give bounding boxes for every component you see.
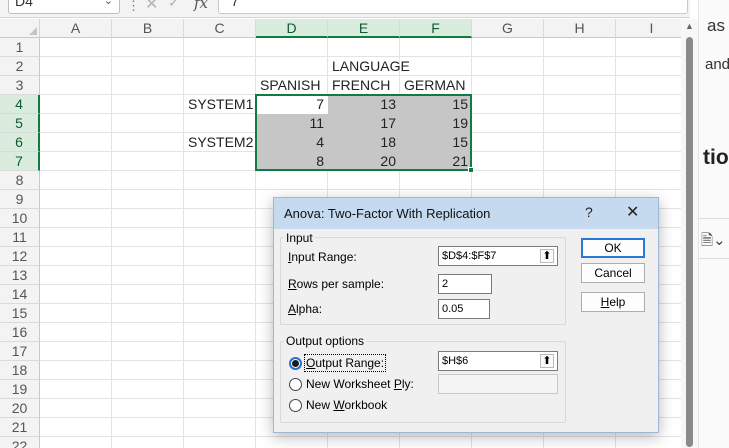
gridline <box>40 436 681 437</box>
row-header-20[interactable]: 20 <box>0 399 40 418</box>
input-range-value: $D$4:$F$7 <box>442 250 497 262</box>
output-range-value: $H$6 <box>442 355 469 367</box>
side-panel-heading: tio <box>703 146 729 169</box>
anova-dialog: Anova: Two-Factor With Replication ? ✕ I… <box>273 197 659 433</box>
row-header-16[interactable]: 16 <box>0 323 40 342</box>
row-header-8[interactable]: 8 <box>0 171 40 190</box>
row-header-1[interactable]: 1 <box>0 38 40 57</box>
rows-per-sample-label: Rows per sample: <box>288 277 385 291</box>
new-worksheet-radio[interactable] <box>289 378 302 391</box>
new-workbook-radio[interactable] <box>289 399 302 412</box>
column-header-h[interactable]: H <box>544 19 616 38</box>
row-header-13[interactable]: 13 <box>0 266 40 285</box>
alpha-label: Alpha: <box>288 302 323 316</box>
row-header-15[interactable]: 15 <box>0 304 40 323</box>
dialog-title: Anova: Two-Factor With Replication <box>284 206 491 221</box>
row-header-12[interactable]: 12 <box>0 247 40 266</box>
side-panel-divider <box>699 218 729 219</box>
input-range-field[interactable]: $D$4:$F$7 ⬆ <box>438 246 558 266</box>
chevron-down-icon[interactable]: ⌄ <box>104 0 113 7</box>
row-header-22[interactable]: 22 <box>0 437 40 448</box>
fill-handle[interactable] <box>468 167 474 173</box>
output-range-field[interactable]: $H$6 ⬆ <box>438 351 558 371</box>
input-group-title: Input <box>284 231 315 245</box>
new-workbook-label[interactable]: New Workbook <box>306 398 387 412</box>
formula-bar: D4 ⌄ ⋮ ✕ ✓ fx 7 <box>0 0 690 18</box>
column-header-e[interactable]: E <box>328 19 400 38</box>
row-header-3[interactable]: 3 <box>0 76 40 95</box>
name-box-value: D4 <box>15 0 33 9</box>
new-worksheet-label[interactable]: New Worksheet Ply: <box>306 377 414 391</box>
gridline <box>40 189 681 190</box>
output-range-label[interactable]: Output Range: <box>303 354 387 372</box>
cancel-button[interactable]: Cancel <box>581 263 645 283</box>
document-chevron-icon[interactable]: 🗎⌄ <box>701 230 726 255</box>
close-icon[interactable]: ✕ <box>626 202 639 222</box>
input-range-label: Input Range: <box>288 250 357 264</box>
side-panel-divider <box>699 258 729 259</box>
row-header-10[interactable]: 10 <box>0 209 40 228</box>
column-header-c[interactable]: C <box>184 19 256 38</box>
row-header-9[interactable]: 9 <box>0 190 40 209</box>
row-header-14[interactable]: 14 <box>0 285 40 304</box>
enter-entry-icon[interactable]: ✓ <box>168 0 180 11</box>
formula-input[interactable]: 7 <box>218 0 688 14</box>
column-header-a[interactable]: A <box>40 19 112 38</box>
cell-d3[interactable]: SPANISH <box>256 76 328 95</box>
row-header-4[interactable]: 4 <box>0 95 40 114</box>
cell-c4[interactable]: SYSTEM1 <box>184 95 256 114</box>
column-header-d[interactable]: D <box>256 19 328 38</box>
dialog-title-bar[interactable]: Anova: Two-Factor With Replication ? ✕ <box>274 198 658 229</box>
row-header-5[interactable]: 5 <box>0 114 40 133</box>
row-header-2[interactable]: 2 <box>0 57 40 76</box>
output-range-radio[interactable] <box>289 357 302 370</box>
row-header-11[interactable]: 11 <box>0 228 40 247</box>
rows-per-sample-field[interactable]: 2 <box>438 274 492 294</box>
column-header-b[interactable]: B <box>112 19 184 38</box>
more-options-icon[interactable]: ⋮ <box>127 0 140 14</box>
help-button[interactable]: Help <box>581 292 645 312</box>
vertical-scrollbar[interactable]: ▲ <box>681 19 698 448</box>
select-all-corner[interactable] <box>0 19 40 38</box>
column-header-g[interactable]: G <box>472 19 544 38</box>
row-header-21[interactable]: 21 <box>0 418 40 437</box>
new-worksheet-field[interactable] <box>438 374 558 394</box>
scrollbar-thumb[interactable] <box>686 37 693 447</box>
column-header-i[interactable]: I <box>616 19 681 38</box>
ok-button[interactable]: OK <box>581 238 645 258</box>
row-header-6[interactable]: 6 <box>0 133 40 152</box>
side-panel-text: as <box>707 16 725 35</box>
collapse-dialog-icon[interactable]: ⬆ <box>540 354 554 368</box>
cancel-entry-icon[interactable]: ✕ <box>145 0 158 14</box>
alpha-field[interactable]: 0.05 <box>438 299 490 319</box>
cell-e3[interactable]: FRENCH <box>328 76 400 95</box>
output-options-title: Output options <box>284 334 367 348</box>
cell-c6[interactable]: SYSTEM2 <box>184 133 256 152</box>
name-box[interactable]: D4 ⌄ <box>8 0 120 14</box>
side-panel-text: and <box>705 56 729 73</box>
row-header-7[interactable]: 7 <box>0 152 40 171</box>
scroll-up-icon[interactable]: ▲ <box>685 21 694 31</box>
help-icon[interactable]: ? <box>585 204 593 220</box>
gridline <box>111 38 112 448</box>
collapse-dialog-icon[interactable]: ⬆ <box>540 249 554 263</box>
insert-function-icon[interactable]: fx <box>194 0 208 12</box>
column-header-f[interactable]: F <box>400 19 472 38</box>
side-panel: as and tio 🗎⌄ <box>698 0 729 448</box>
cell-e2[interactable]: LANGUAGE <box>328 57 410 76</box>
row-header-19[interactable]: 19 <box>0 380 40 399</box>
selection-border <box>255 94 472 171</box>
row-header-17[interactable]: 17 <box>0 342 40 361</box>
row-header-18[interactable]: 18 <box>0 361 40 380</box>
cell-f3[interactable]: GERMAN <box>400 76 472 95</box>
